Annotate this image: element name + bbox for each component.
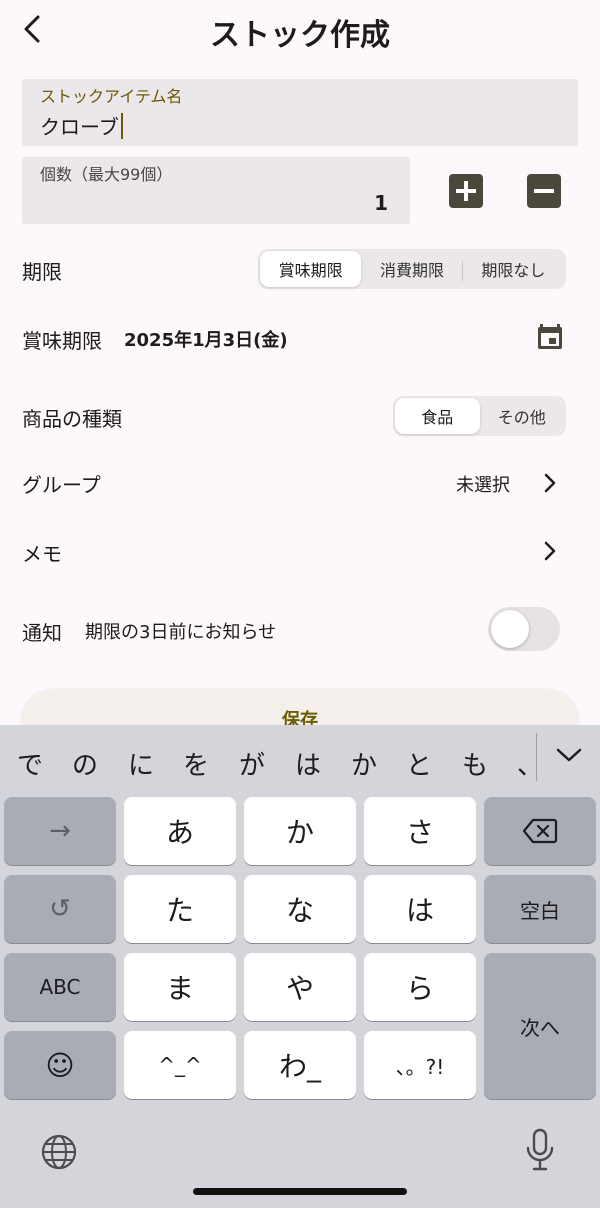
segment-no-expiry[interactable]: 期限なし [463, 251, 564, 287]
key-ya[interactable]: や [244, 953, 356, 1021]
arrow-right-icon: → [49, 816, 71, 846]
minus-icon [534, 189, 554, 193]
candidate-word[interactable]: か [344, 745, 384, 782]
key-na[interactable]: な [244, 875, 356, 943]
emoji-key[interactable]: ☺ [4, 1031, 116, 1099]
item-name-value: クローブ [40, 115, 119, 139]
segment-best-before[interactable]: 賞味期限 [260, 251, 362, 287]
key-ha[interactable]: は [364, 875, 476, 943]
globe-icon[interactable] [40, 1133, 78, 1171]
count-field[interactable]: 個数（最大99個） 1 [22, 157, 410, 224]
count-value: 1 [374, 191, 388, 215]
home-indicator [193, 1188, 407, 1195]
space-key[interactable]: 空白 [484, 875, 596, 943]
decrement-button[interactable] [527, 174, 561, 208]
chevron-down-icon[interactable] [555, 745, 583, 765]
key-ra[interactable]: ら [364, 953, 476, 1021]
toggle-knob [491, 610, 529, 648]
plus-icon [456, 181, 476, 201]
candidate-word[interactable]: を [176, 745, 216, 782]
abc-key[interactable]: ABC [4, 953, 116, 1021]
next-key[interactable]: 次へ [484, 953, 596, 1099]
product-type-segmented: 食品 その他 [393, 396, 566, 436]
key-sa[interactable]: さ [364, 797, 476, 865]
segment-other[interactable]: その他 [480, 398, 565, 434]
key-ka[interactable]: か [244, 797, 356, 865]
key-kaomoji[interactable]: ^_^ [124, 1031, 236, 1099]
expiry-type-segmented: 賞味期限 消費期限 期限なし [258, 249, 566, 289]
key-wa[interactable]: わ_ [244, 1031, 356, 1099]
segment-food[interactable]: 食品 [395, 398, 480, 434]
expiry-label: 期限 [22, 260, 62, 284]
item-name-input[interactable]: クローブ [40, 111, 123, 140]
candidate-word[interactable]: に [121, 745, 161, 782]
candidate-word[interactable]: が [232, 745, 272, 782]
calendar-icon[interactable] [535, 321, 565, 351]
candidate-word[interactable]: の [65, 745, 105, 782]
text-caret [120, 112, 123, 139]
group-label: グループ [22, 473, 101, 497]
key-ta[interactable]: た [124, 875, 236, 943]
increment-button[interactable] [449, 174, 483, 208]
japanese-keyboard: で の に を が は か と も 、 → あ か さ ↺ た な は 空白 A… [0, 725, 600, 1208]
chevron-right-icon [544, 541, 556, 561]
date-label: 賞味期限 [22, 329, 102, 353]
item-name-label: ストックアイテム名 [40, 87, 183, 106]
undo-key[interactable]: ↺ [4, 875, 116, 943]
backspace-key[interactable] [484, 797, 596, 865]
key-punctuation[interactable]: 、。?! [364, 1031, 476, 1099]
undo-icon: ↺ [49, 894, 71, 924]
next-char-key[interactable]: → [4, 797, 116, 865]
segment-use-by-label: 消費期限 [379, 261, 444, 280]
candidate-divider [536, 733, 537, 781]
notification-text: 期限の3日前にお知らせ [85, 622, 277, 643]
group-value: 未選択 [456, 475, 510, 496]
chevron-right-icon [544, 473, 556, 493]
candidate-word[interactable]: と [399, 745, 439, 782]
candidate-word[interactable]: で [10, 745, 50, 782]
key-ma[interactable]: ま [124, 953, 236, 1021]
header: ストック作成 [0, 0, 600, 60]
product-type-label: 商品の種類 [22, 407, 122, 431]
microphone-icon[interactable] [524, 1128, 556, 1174]
emoji-icon: ☺ [45, 1048, 75, 1082]
segment-use-by[interactable]: 消費期限 [361, 251, 463, 287]
count-label: 個数（最大99個） [40, 165, 173, 184]
page-title: ストック作成 [210, 18, 390, 53]
backspace-icon [522, 818, 558, 844]
candidate-word[interactable]: は [288, 745, 328, 782]
notification-toggle[interactable] [488, 607, 560, 651]
candidate-word[interactable]: も [455, 745, 495, 782]
candidate-word[interactable]: 、 [510, 745, 550, 782]
date-value[interactable]: 2025年1月3日(金) [124, 326, 288, 352]
memo-label: メモ [22, 542, 62, 566]
notification-label: 通知 [22, 621, 62, 645]
key-a[interactable]: あ [124, 797, 236, 865]
candidate-bar: で の に を が は か と も 、 [0, 725, 600, 797]
item-name-field[interactable]: ストックアイテム名 クローブ [22, 79, 578, 146]
